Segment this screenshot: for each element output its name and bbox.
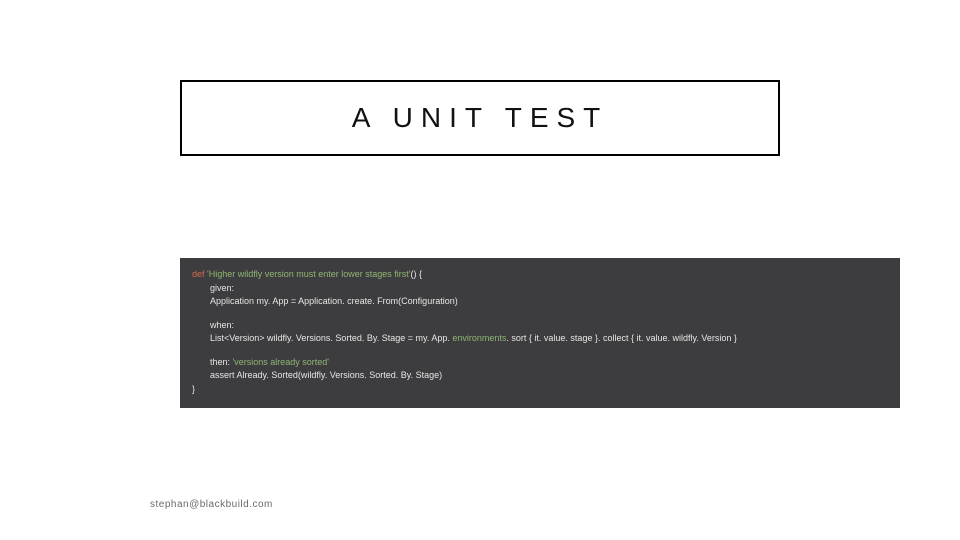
when-line: List<Version> wildfly. Versions. Sorted.… (192, 332, 888, 346)
then-label: then: (210, 357, 233, 367)
def-suffix: () { (411, 269, 423, 279)
code-then-block: then: 'versions already sorted' assert A… (192, 356, 888, 397)
given-label: given: (192, 282, 888, 296)
keyword-def: def (192, 269, 207, 279)
when-environments: environments (452, 333, 506, 343)
then-string: 'versions already sorted' (233, 357, 329, 367)
code-close-brace: } (192, 383, 888, 397)
given-line: Application my. App = Application. creat… (192, 295, 888, 309)
test-name-string: 'Higher wildfly version must enter lower… (207, 269, 411, 279)
slide-title: A UNIT TEST (192, 102, 768, 134)
code-def-block: def 'Higher wildfly version must enter l… (192, 268, 888, 309)
when-prefix: List<Version> wildfly. Versions. Sorted.… (210, 333, 452, 343)
then-line-1: then: 'versions already sorted' (192, 356, 888, 370)
when-suffix: . sort { it. value. stage }. collect { i… (506, 333, 736, 343)
code-block: def 'Higher wildfly version must enter l… (180, 258, 900, 408)
code-def-line: def 'Higher wildfly version must enter l… (192, 268, 888, 282)
code-when-block: when: List<Version> wildfly. Versions. S… (192, 319, 888, 346)
title-box: A UNIT TEST (180, 80, 780, 156)
footer-email: stephan@blackbuild.com (150, 499, 273, 510)
slide: A UNIT TEST def 'Higher wildfly version … (0, 0, 960, 540)
when-label: when: (192, 319, 888, 333)
then-assert: assert Already. Sorted(wildfly. Versions… (192, 369, 888, 383)
